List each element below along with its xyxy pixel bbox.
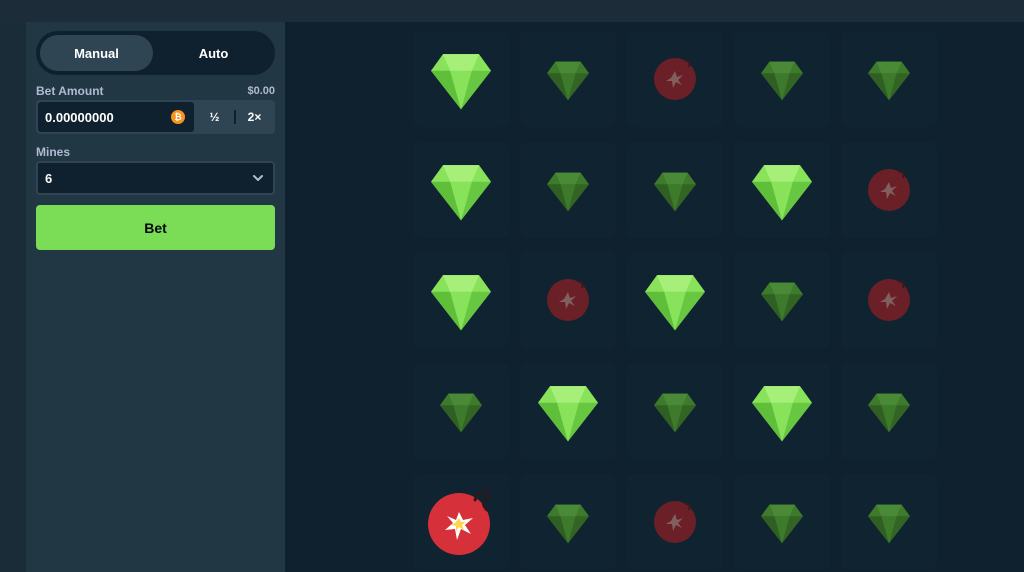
bet-amount-usd: $0.00 — [247, 85, 275, 97]
bitcoin-icon: ₿ — [171, 110, 185, 124]
gem-icon — [868, 504, 910, 544]
grid-tile[interactable] — [413, 252, 509, 348]
grid-tile[interactable] — [520, 363, 616, 459]
mine-icon — [547, 279, 589, 321]
grid-tile[interactable] — [841, 252, 937, 348]
double-bet-button[interactable]: 2× — [236, 102, 273, 132]
bet-controls-panel: Manual Auto Bet Amount $0.00 ₿ ½ 2× Mine… — [26, 22, 285, 572]
grid-tile[interactable] — [734, 363, 830, 459]
grid-tile[interactable] — [627, 142, 723, 238]
grid-tile[interactable] — [520, 252, 616, 348]
gem-icon — [645, 275, 705, 331]
gem-icon — [868, 61, 910, 101]
gem-icon — [547, 504, 589, 544]
mine-icon — [654, 501, 696, 543]
gem-icon — [538, 386, 598, 442]
grid-tile[interactable] — [734, 252, 830, 348]
grid-tile[interactable] — [520, 31, 616, 127]
grid-tile[interactable] — [520, 142, 616, 238]
bet-amount-input[interactable] — [38, 102, 175, 132]
mode-toggle: Manual Auto — [36, 31, 275, 75]
gem-icon — [752, 386, 812, 442]
gem-icon — [547, 172, 589, 212]
grid-tile[interactable] — [413, 363, 509, 459]
grid-tile[interactable] — [734, 474, 830, 570]
gem-icon — [868, 393, 910, 433]
gem-icon — [761, 61, 803, 101]
bet-amount-input-wrap: ₿ — [38, 102, 194, 132]
grid-tile[interactable] — [841, 474, 937, 570]
game-board-area — [285, 22, 1024, 572]
chevron-down-icon — [253, 175, 263, 181]
grid-tile[interactable] — [734, 31, 830, 127]
grid-tile[interactable] — [841, 142, 937, 238]
gem-icon — [752, 165, 812, 221]
mine-exploded-icon — [428, 489, 491, 555]
grid-tile[interactable] — [627, 252, 723, 348]
grid-tile[interactable] — [413, 142, 509, 238]
grid-tile[interactable] — [413, 474, 509, 570]
top-bar — [0, 0, 1024, 22]
gem-icon — [431, 275, 491, 331]
gem-icon — [440, 393, 482, 433]
left-gutter — [0, 22, 26, 572]
mine-icon — [654, 58, 696, 100]
gem-icon — [547, 61, 589, 101]
grid-tile[interactable] — [413, 31, 509, 127]
mines-game-page: Manual Auto Bet Amount $0.00 ₿ ½ 2× Mine… — [0, 0, 1024, 572]
gem-icon — [654, 393, 696, 433]
grid-tile[interactable] — [520, 474, 616, 570]
grid-tile[interactable] — [627, 363, 723, 459]
bet-amount-label: Bet Amount — [36, 84, 104, 98]
mine-icon — [868, 279, 910, 321]
mines-label: Mines — [36, 145, 71, 159]
gem-icon — [431, 165, 491, 221]
grid-tile[interactable] — [627, 31, 723, 127]
grid-tile[interactable] — [841, 31, 937, 127]
gem-icon — [761, 282, 803, 322]
tab-auto[interactable]: Auto — [156, 35, 271, 71]
gem-icon — [761, 504, 803, 544]
bet-button[interactable]: Bet — [36, 205, 275, 250]
grid-tile[interactable] — [734, 142, 830, 238]
mines-selected-value: 6 — [45, 171, 53, 186]
gem-icon — [654, 172, 696, 212]
tab-manual[interactable]: Manual — [40, 35, 153, 71]
bet-amount-row: ₿ ½ 2× — [36, 100, 275, 134]
half-bet-button[interactable]: ½ — [196, 102, 233, 132]
grid-tile[interactable] — [841, 363, 937, 459]
mine-icon — [868, 169, 910, 211]
mines-select[interactable]: 6 — [36, 161, 275, 195]
grid-tile[interactable] — [627, 474, 723, 570]
gem-icon — [431, 54, 491, 110]
